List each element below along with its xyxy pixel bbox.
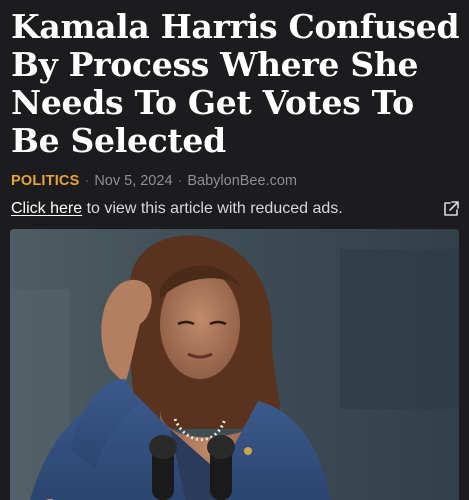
- share-icon[interactable]: [400, 492, 420, 500]
- meta-separator: ·: [177, 173, 183, 189]
- reduced-ads-text: to view this article with reduced ads.: [82, 200, 343, 217]
- reduced-ads-notice: Click here to view this article with red…: [11, 199, 461, 219]
- article-view: Kamala Harris Confused By Process Where …: [0, 0, 469, 500]
- publish-date: Nov 5, 2024: [94, 173, 173, 189]
- close-icon[interactable]: [160, 492, 180, 500]
- article-meta: POLITICS · Nov 5, 2024 · BabylonBee.com: [11, 172, 297, 190]
- article-photo: [10, 229, 459, 500]
- category-label[interactable]: POLITICS: [11, 173, 79, 189]
- article-headline: Kamala Harris Confused By Process Where …: [11, 7, 460, 160]
- source-name: BabylonBee.com: [187, 173, 297, 189]
- tabs-icon[interactable]: [282, 492, 302, 500]
- reduced-ads-link[interactable]: Click here: [11, 200, 82, 217]
- portrait-illustration: [10, 229, 459, 500]
- external-link-icon[interactable]: [441, 199, 461, 219]
- reader-icon[interactable]: [40, 492, 60, 500]
- meta-separator: ·: [84, 173, 90, 189]
